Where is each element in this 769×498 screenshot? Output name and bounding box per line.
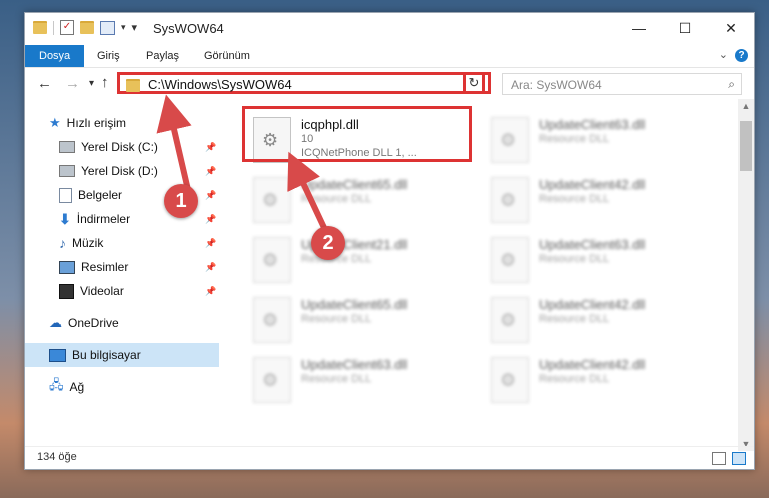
arrow-to-address-bar xyxy=(156,94,192,191)
arrow-to-file xyxy=(287,151,329,234)
annotation-arrows xyxy=(156,94,329,234)
step-badge-1: 1 xyxy=(164,184,198,218)
step-badge-2: 2 xyxy=(311,226,345,260)
